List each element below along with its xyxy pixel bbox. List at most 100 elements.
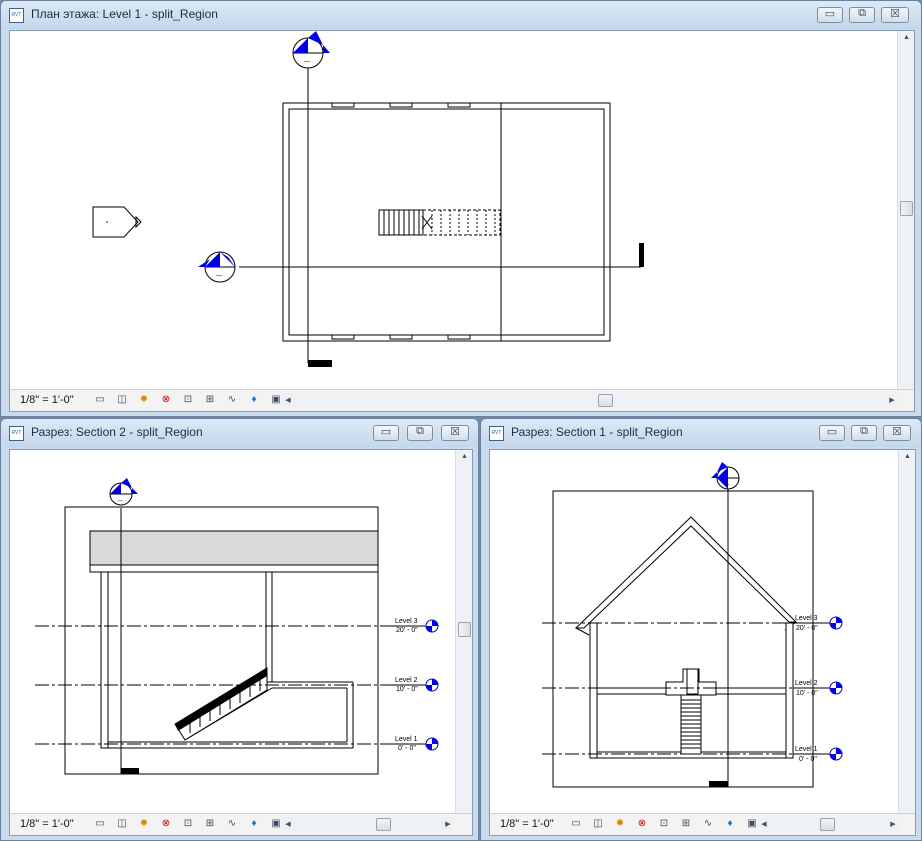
- section2-view-control-bar: 1/8" = 1'-0" ▭ ◫ ✹ ⊗ ⊡ ⊞ ∿ ♦ ▣ ◀ ▶: [10, 813, 472, 835]
- section2-window[interactable]: RVT Разрез: Section 2 - split_Region ▭ ⧉…: [0, 418, 479, 841]
- section1-vscroll[interactable]: ▲ ▼: [898, 450, 915, 835]
- level-2-elevation: 10' - 0": [796, 690, 818, 697]
- section2-canvas[interactable]: Level 3 20' - 0" Level 2 10' - 0" Level …: [9, 449, 473, 836]
- section2-titlebar[interactable]: RVT Разрез: Section 2 - split_Region ▭ ⧉…: [1, 419, 478, 447]
- section2-drawing: Level 3 20' - 0" Level 2 10' - 0" Level …: [35, 478, 439, 775]
- section-head-top: - —: [292, 31, 330, 69]
- level-1-elevation: 0' - 0": [398, 745, 416, 752]
- floor-plan-titlebar[interactable]: RVT План этажа: Level 1 - split_Region ▭…: [1, 1, 921, 29]
- hscroll-thumb[interactable]: [598, 394, 613, 407]
- restore-button[interactable]: ⧉: [851, 425, 877, 441]
- minimize-button[interactable]: ▭: [817, 7, 843, 23]
- section1-view-control-bar: 1/8" = 1'-0" ▭ ◫ ✹ ⊗ ⊡ ⊞ ∿ ♦ ▣ ◀ ▶: [490, 813, 915, 835]
- stair-section: [174, 667, 273, 741]
- close-button[interactable]: ☒: [883, 425, 911, 441]
- crop-view-icon[interactable]: ⊡: [180, 393, 196, 407]
- level-heads: Level 3 20' - 0" Level 2 10' - 0" Level …: [393, 618, 439, 752]
- scroll-right-arrow[interactable]: ▶: [887, 817, 899, 832]
- floor-plan-window[interactable]: RVT План этажа: Level 1 - split_Region ▭…: [0, 0, 922, 417]
- crop-region-icon[interactable]: ⊞: [202, 817, 218, 831]
- sun-path-icon[interactable]: ✹: [136, 393, 152, 407]
- level-1-name: Level 1: [795, 746, 818, 753]
- revit-file-icon: RVT: [489, 426, 504, 441]
- shadows-icon[interactable]: ⊗: [634, 817, 650, 831]
- section1-canvas[interactable]: Level 3 20' - 0" Level 2 10' - 0" Level …: [489, 449, 916, 836]
- temporary-hide-icon[interactable]: ∿: [224, 393, 240, 407]
- scroll-up-arrow[interactable]: ▲: [899, 450, 916, 464]
- visual-style-icon[interactable]: ◫: [590, 817, 606, 831]
- elevation-marker: [92, 206, 142, 238]
- revit-file-icon: RVT: [9, 426, 24, 441]
- detail-level-icon[interactable]: ▭: [92, 817, 108, 831]
- level-2-name: Level 2: [395, 677, 418, 684]
- reveal-hidden-icon[interactable]: ♦: [722, 817, 738, 831]
- restore-button[interactable]: ⧉: [407, 425, 433, 441]
- section1-drawing: Level 3 20' - 0" Level 2 10' - 0" Level …: [542, 462, 843, 788]
- hscroll-thumb[interactable]: [376, 818, 391, 831]
- section1-hscroll[interactable]: ◀ ▶: [758, 817, 899, 832]
- restore-button[interactable]: ⧉: [849, 7, 875, 23]
- vscroll-thumb[interactable]: [900, 201, 913, 216]
- floor-plan-vscroll[interactable]: ▲ ▼: [897, 31, 914, 411]
- scroll-right-arrow[interactable]: ▶: [442, 817, 454, 832]
- section1-window[interactable]: RVT Разрез: Section 1 - split_Region ▭ ⧉…: [480, 418, 922, 841]
- view-tools: ▭ ◫ ✹ ⊗ ⊡ ⊞ ∿ ♦ ▣: [568, 817, 760, 831]
- minimize-button[interactable]: ▭: [819, 425, 845, 441]
- crop-view-icon[interactable]: ⊡: [656, 817, 672, 831]
- reveal-hidden-icon[interactable]: ♦: [246, 817, 262, 831]
- vscroll-thumb[interactable]: [458, 622, 471, 637]
- svg-text:—: —: [118, 498, 123, 504]
- section2-vscroll[interactable]: ▲ ▼: [455, 450, 472, 835]
- minimize-button[interactable]: ▭: [373, 425, 399, 441]
- section2-hscroll[interactable]: ◀ ▶: [282, 817, 454, 832]
- scroll-right-arrow[interactable]: ▶: [886, 393, 898, 408]
- close-button[interactable]: ☒: [441, 425, 469, 441]
- crop-region-icon[interactable]: ⊞: [202, 393, 218, 407]
- floor-plan-view-control-bar: 1/8" = 1'-0" ▭ ◫ ✹ ⊗ ⊡ ⊞ ∿ ♦ ▣ ◀ ▶: [10, 389, 914, 411]
- detail-level-icon[interactable]: ▭: [92, 393, 108, 407]
- view-scale[interactable]: 1/8" = 1'-0": [20, 818, 74, 830]
- level-3-elevation: 20' - 0": [396, 627, 418, 634]
- close-button[interactable]: ☒: [881, 7, 909, 23]
- svg-text:-: -: [217, 258, 219, 264]
- level-3-elevation: 20' - 0": [796, 625, 818, 632]
- svg-text:-: -: [304, 46, 306, 52]
- shadows-icon[interactable]: ⊗: [158, 817, 174, 831]
- scroll-left-arrow[interactable]: ◀: [282, 393, 294, 408]
- level-2-elevation: 10' - 0": [396, 686, 418, 693]
- reveal-hidden-icon[interactable]: ♦: [246, 393, 262, 407]
- scroll-left-arrow[interactable]: ◀: [282, 817, 294, 832]
- view-scale[interactable]: 1/8" = 1'-0": [500, 818, 554, 830]
- view-tools: ▭ ◫ ✹ ⊗ ⊡ ⊞ ∿ ♦ ▣: [92, 393, 284, 407]
- floor-plan-canvas[interactable]: - — - — ▲ ▼: [9, 30, 915, 412]
- detail-level-icon[interactable]: ▭: [568, 817, 584, 831]
- svg-text:—: —: [725, 482, 730, 488]
- crop-region-icon[interactable]: ⊞: [678, 817, 694, 831]
- view-scale[interactable]: 1/8" = 1'-0": [20, 394, 74, 406]
- stair-plan: [378, 209, 501, 236]
- hscroll-thumb[interactable]: [820, 818, 835, 831]
- floor-plan-drawing: - — - —: [92, 31, 644, 367]
- sun-path-icon[interactable]: ✹: [136, 817, 152, 831]
- crop-view-icon[interactable]: ⊡: [180, 817, 196, 831]
- section-head-top: - —: [109, 478, 138, 506]
- section2-title: Разрез: Section 2 - split_Region: [31, 425, 203, 439]
- temporary-hide-icon[interactable]: ∿: [700, 817, 716, 831]
- visual-style-icon[interactable]: ◫: [114, 817, 130, 831]
- section1-title: Разрез: Section 1 - split_Region: [511, 425, 683, 439]
- level-1-name: Level 1: [395, 736, 418, 743]
- shadows-icon[interactable]: ⊗: [158, 393, 174, 407]
- revit-file-icon: RVT: [9, 8, 24, 23]
- visual-style-icon[interactable]: ◫: [114, 393, 130, 407]
- scroll-up-arrow[interactable]: ▲: [456, 450, 473, 464]
- stair-section: [665, 668, 717, 755]
- temporary-hide-icon[interactable]: ∿: [224, 817, 240, 831]
- svg-text:—: —: [304, 59, 310, 65]
- view-tools: ▭ ◫ ✹ ⊗ ⊡ ⊞ ∿ ♦ ▣: [92, 817, 284, 831]
- floor-plan-hscroll[interactable]: ◀ ▶: [282, 393, 898, 408]
- scroll-up-arrow[interactable]: ▲: [898, 31, 915, 45]
- sun-path-icon[interactable]: ✹: [612, 817, 628, 831]
- section1-titlebar[interactable]: RVT Разрез: Section 1 - split_Region ▭ ⧉…: [481, 419, 921, 447]
- section-head-left: - —: [198, 251, 236, 283]
- scroll-left-arrow[interactable]: ◀: [758, 817, 770, 832]
